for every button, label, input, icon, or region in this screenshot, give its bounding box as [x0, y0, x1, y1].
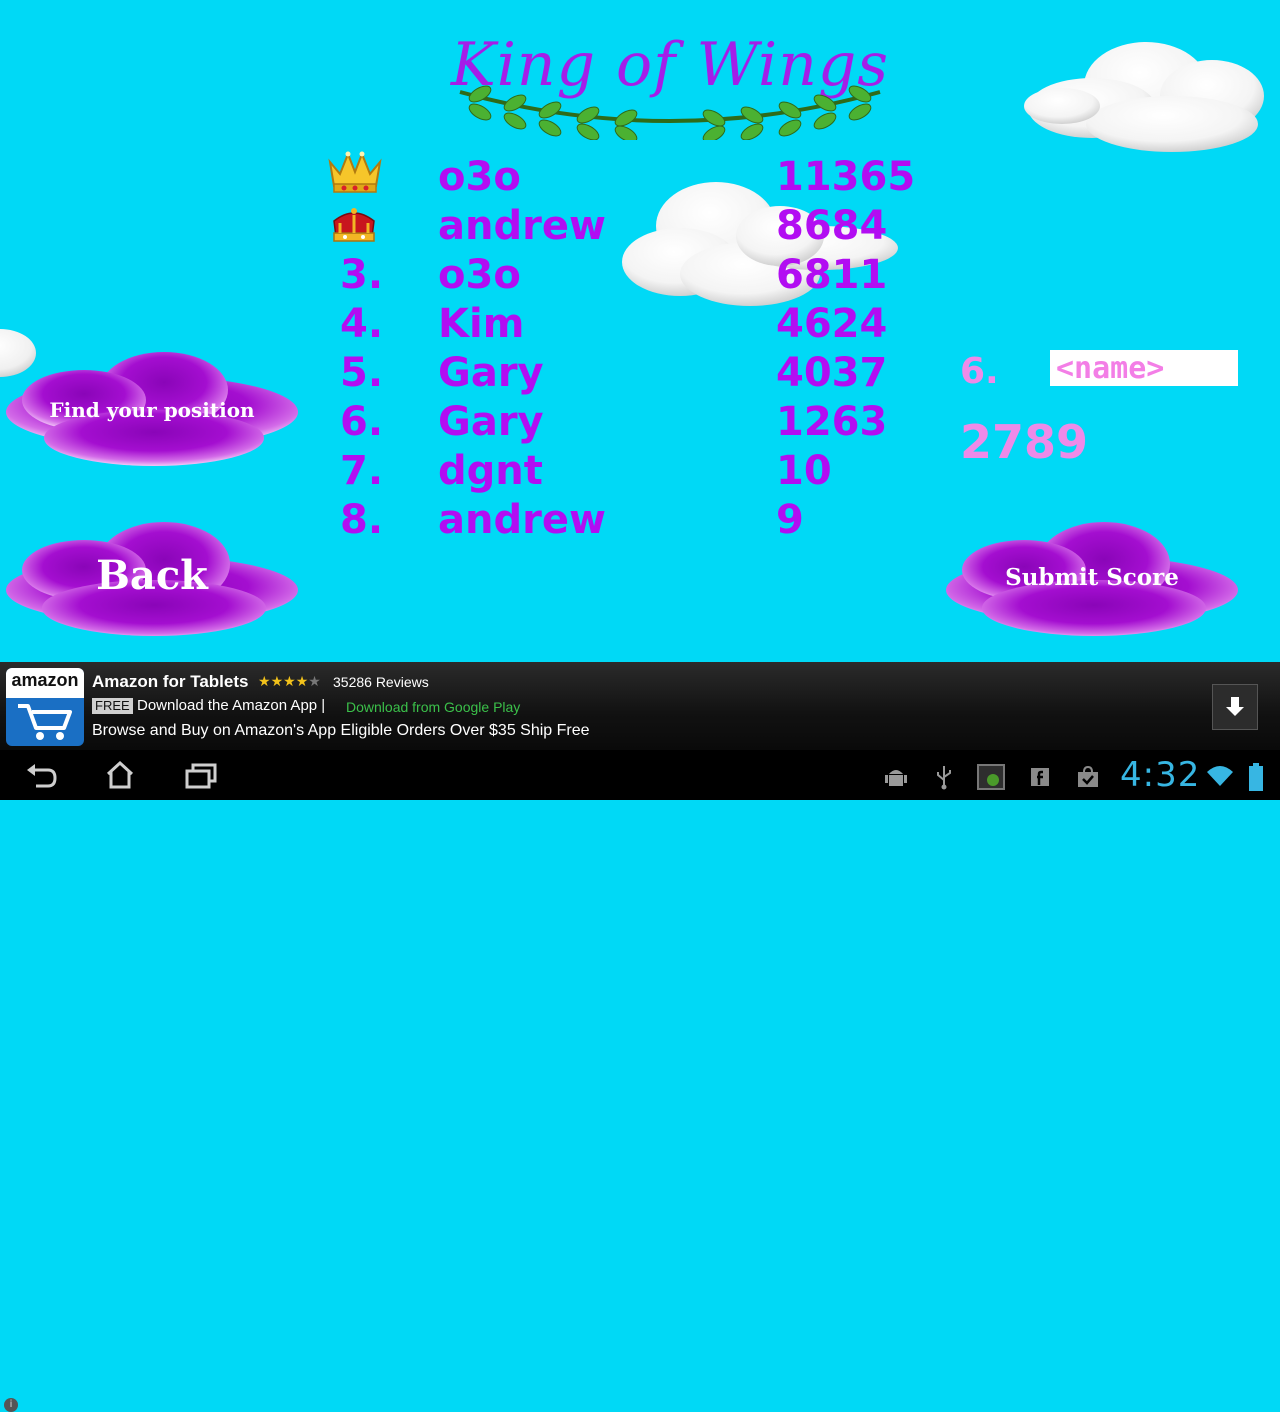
ad-banner[interactable]: amazon Amazon for Tablets ★★★★★ 35286 Re…	[0, 662, 1280, 1412]
row-rank: 6.	[340, 399, 384, 445]
row-score: 9	[776, 497, 804, 543]
player-score: 2789	[960, 415, 1089, 469]
submit-score-label: Submit Score	[1005, 564, 1179, 591]
recent-apps-icon[interactable]	[184, 762, 218, 790]
clock: 4:32	[1120, 755, 1201, 795]
row-player-name: Gary	[438, 350, 544, 396]
row-rank: 5.	[340, 350, 384, 396]
star-icon: ★	[258, 674, 271, 690]
find-position-label: Find your position	[49, 398, 255, 422]
wifi-icon	[1207, 766, 1233, 786]
leaderboard-row: andrew 8684	[0, 201, 1000, 251]
ad-info-icon[interactable]: i	[4, 1398, 18, 1412]
row-score: 11365	[776, 154, 916, 200]
android-debug-icon	[885, 770, 907, 786]
battery-icon	[1249, 763, 1263, 791]
review-count: 35286 Reviews	[333, 674, 429, 690]
free-badge: FREE	[92, 698, 133, 714]
google-play-link[interactable]: Download from Google Play	[346, 699, 520, 715]
ad-title: Amazon for Tablets	[92, 672, 249, 691]
row-rank: 3.	[340, 252, 384, 298]
download-arrow-icon	[1226, 697, 1244, 716]
leaderboard-row: o3o 11365	[0, 151, 1000, 202]
player-rank: 6.	[960, 351, 999, 392]
row-score: 1263	[776, 399, 888, 445]
game-screen: King of Wings o3o 11365 andrew 8684 3. o…	[0, 0, 1280, 662]
row-player-name: Kim	[438, 301, 525, 347]
back-button[interactable]: Back	[4, 520, 300, 636]
game-logo: King of Wings	[440, 20, 900, 140]
row-player-name: Gary	[438, 399, 544, 445]
rating-stars: ★★★★★	[258, 674, 321, 690]
shopping-bag-icon	[1078, 765, 1098, 787]
home-nav-icon[interactable]	[104, 760, 136, 790]
red-crown-icon	[333, 208, 375, 242]
submit-score-button[interactable]: Submit Score	[944, 520, 1240, 636]
row-player-name: o3o	[438, 252, 521, 298]
row-score: 8684	[776, 203, 888, 249]
star-icon: ★	[295, 674, 309, 690]
system-bar: 4:32	[0, 750, 1280, 800]
player-name-input[interactable]	[1050, 350, 1238, 386]
amazon-logo: amazon	[6, 668, 84, 746]
ad-subtitle: Download the Amazon App |	[137, 697, 326, 714]
download-button[interactable]	[1212, 684, 1258, 730]
leaderboard-row: 4. Kim 4624	[0, 299, 1000, 349]
row-score: 4624	[776, 301, 888, 347]
row-player-name: o3o	[438, 154, 521, 200]
gold-crown-icon	[328, 151, 382, 193]
back-label: Back	[96, 552, 208, 599]
laurel-icon	[459, 85, 881, 140]
star-icon: ★	[283, 674, 296, 690]
ad-description: Browse and Buy on Amazon's App Eligible …	[92, 722, 590, 739]
amazon-logo-text: amazon	[11, 670, 79, 690]
row-rank: 8.	[340, 497, 384, 543]
row-score: 4037	[776, 350, 888, 396]
row-score: 6811	[776, 252, 888, 298]
find-position-button[interactable]: Find your position	[4, 350, 300, 468]
row-player-name: andrew	[438, 497, 606, 543]
star-icon: ★	[308, 674, 321, 690]
star-icon: ★	[270, 674, 284, 690]
row-rank: 7.	[340, 448, 384, 494]
background-cloud	[1024, 42, 1264, 152]
usb-icon	[937, 766, 951, 790]
leaderboard-row: 3. o3o 6811	[0, 250, 1000, 300]
facebook-icon	[1031, 768, 1049, 786]
row-score: 10	[776, 448, 832, 494]
row-player-name: andrew	[438, 203, 606, 249]
back-nav-icon[interactable]	[24, 762, 58, 790]
row-player-name: dgnt	[438, 448, 543, 494]
row-rank: 4.	[340, 301, 384, 347]
shopping-cart-icon	[18, 704, 72, 740]
screenshot-icon	[977, 764, 1005, 790]
